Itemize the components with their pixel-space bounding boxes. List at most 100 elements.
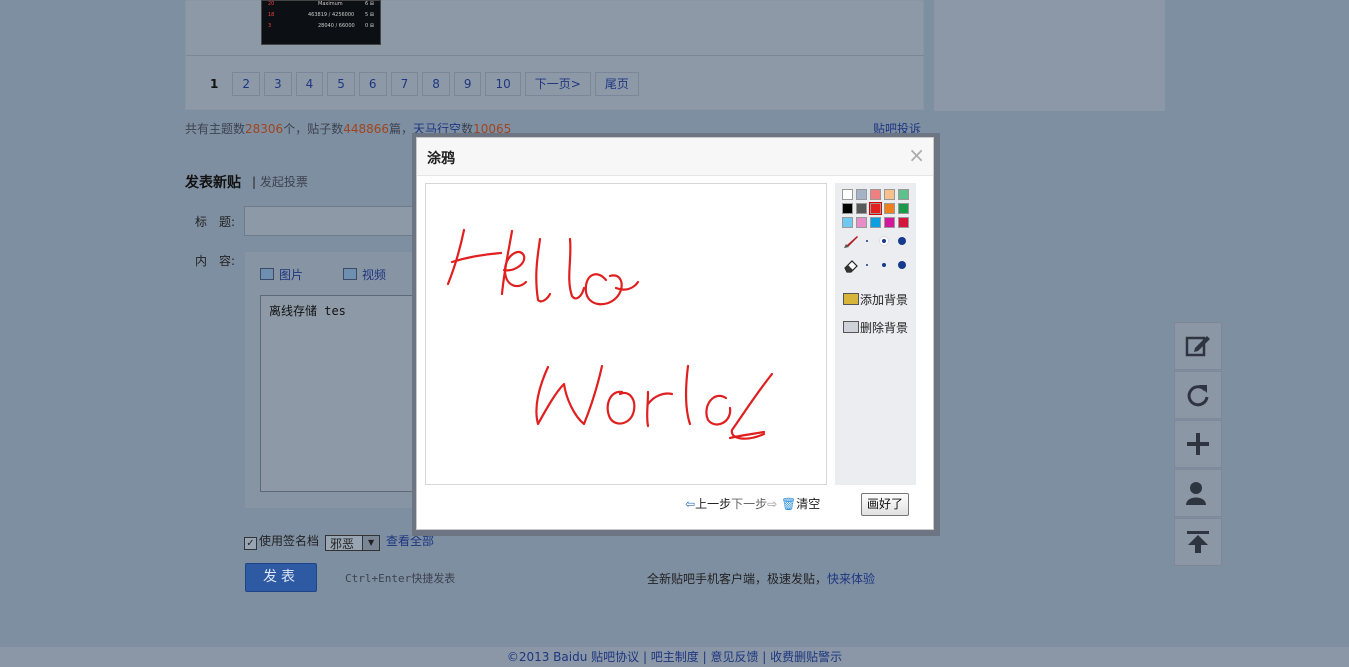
size-large-dot[interactable]: [898, 237, 906, 245]
thumbnail-rank: 20: [268, 1, 275, 7]
page-link[interactable]: 2: [232, 72, 260, 96]
edit-icon[interactable]: [1174, 322, 1222, 370]
color-swatch[interactable]: [842, 189, 853, 200]
page-link[interactable]: 10: [485, 72, 521, 96]
add-background-label: 添加背景: [860, 293, 909, 307]
color-swatch[interactable]: [884, 189, 895, 200]
dialog-header[interactable]: [417, 138, 933, 176]
redo-icon[interactable]: ⇨: [767, 497, 777, 511]
plus-icon[interactable]: [1174, 420, 1222, 468]
content-label: 内 容:: [195, 254, 236, 268]
page-link[interactable]: 7: [390, 72, 419, 96]
post-count: 448866: [343, 122, 390, 136]
size-medium-dot: [882, 239, 886, 243]
page-link[interactable]: 6: [358, 72, 387, 96]
color-swatch[interactable]: [856, 203, 867, 214]
floating-sidebar: [1174, 322, 1223, 567]
clear-button[interactable]: 清空: [796, 497, 820, 511]
insert-image-label: 图片: [279, 268, 304, 282]
stats-label: 共有主题数: [185, 122, 246, 136]
trash-icon[interactable]: 🗑: [781, 497, 796, 511]
eraser-icon[interactable]: [843, 260, 859, 276]
divider: [186, 55, 924, 56]
undo-button[interactable]: 上一步: [695, 497, 731, 511]
page-link[interactable]: 9: [453, 72, 482, 96]
close-icon[interactable]: ×: [908, 143, 925, 167]
dialog-title: 涂鸦: [427, 151, 455, 167]
signature-selected-value: 邪恶: [330, 537, 355, 551]
thumbnail-count: 5 ⊞: [365, 12, 374, 18]
redo-button[interactable]: 下一步: [731, 497, 767, 511]
pagination: 1 2 3 4 5 6 7 8 9 10 下一页> 尾页: [200, 72, 643, 96]
title-input[interactable]: [244, 206, 424, 236]
color-swatch[interactable]: [869, 202, 882, 215]
page-link[interactable]: 4: [295, 72, 324, 96]
start-vote-label: 发起投票: [259, 175, 308, 189]
brush-tool-row: [843, 235, 859, 252]
color-swatch[interactable]: [898, 203, 909, 214]
add-background-icon: [843, 293, 859, 305]
remove-background-icon: [843, 321, 859, 333]
drawing-strokes: [446, 228, 774, 440]
page-current: 1: [210, 77, 219, 91]
page-footer[interactable]: ©2013 Baidu 贴吧协议 | 吧主制度 | 意见反馈 | 收费删贴警示: [0, 647, 1349, 667]
user-icon[interactable]: [1174, 469, 1222, 517]
thumbnail-rank: 3: [268, 23, 272, 29]
image-icon: [260, 268, 274, 280]
signature-label: 使用签名档: [259, 534, 320, 548]
back-to-top-icon[interactable]: [1174, 518, 1222, 566]
last-page-link[interactable]: 尾页: [594, 72, 639, 96]
insert-image-button[interactable]: 图片: [260, 266, 303, 283]
color-swatch[interactable]: [870, 189, 881, 200]
mobile-promo-link[interactable]: 快来体验: [827, 572, 875, 586]
thumbnail-rank: 18: [268, 12, 275, 18]
eraser-size-large[interactable]: [898, 261, 906, 269]
thumbnail-text: 28040 / 66000: [318, 23, 355, 29]
thumbnail-row: 18 463819 / 4256000 5 ⊞: [268, 12, 374, 21]
signature-checkbox[interactable]: ✓: [244, 537, 257, 550]
view-all-link[interactable]: 查看全部: [386, 534, 434, 548]
color-swatch[interactable]: [870, 217, 881, 228]
mobile-promo-text: 全新贴吧手机客户端，极速发贴，: [647, 572, 828, 586]
insert-video-label: 视频: [362, 268, 387, 282]
start-vote-link[interactable]: | 发起投票: [252, 173, 308, 190]
right-side-panel: [934, 0, 1165, 111]
color-swatch[interactable]: [856, 189, 867, 200]
page-link[interactable]: 3: [264, 72, 292, 96]
eraser-size-medium[interactable]: [882, 263, 886, 267]
mobile-promo: 全新贴吧手机客户端，极速发贴，快来体验: [647, 570, 875, 587]
thumbnail-count: 6 ⊞: [365, 1, 374, 7]
brush-icon[interactable]: [843, 236, 859, 252]
insert-video-button[interactable]: 视频: [343, 266, 386, 283]
size-small-dot[interactable]: [866, 240, 868, 242]
color-swatch[interactable]: [856, 217, 867, 228]
undo-icon[interactable]: ⇦: [685, 497, 695, 511]
shortcut-hint: Ctrl+Enter快捷发表: [345, 572, 456, 585]
remove-background-button[interactable]: 删除背景: [843, 319, 908, 336]
signature-select[interactable]: 邪恶 ▼: [325, 535, 381, 551]
color-swatch[interactable]: [898, 217, 909, 228]
page-link[interactable]: 5: [327, 72, 355, 96]
color-swatch[interactable]: [842, 203, 853, 214]
color-palette-panel: 添加背景 删除背景: [835, 183, 916, 485]
separator: |: [252, 175, 260, 189]
color-swatch[interactable]: [898, 189, 909, 200]
refresh-icon[interactable]: [1174, 371, 1222, 419]
doodle-dialog: 涂鸦 × 添加背景 删除背景 ⇦上一步下一步⇨ 🗑清空 画好了: [416, 137, 934, 530]
stats-label: 篇，: [389, 122, 414, 136]
doodle-actions: ⇦上一步下一步⇨ 🗑清空: [685, 495, 820, 512]
eraser-size-small[interactable]: [866, 264, 868, 266]
color-swatch[interactable]: [842, 217, 853, 228]
submit-post-button[interactable]: 发表: [245, 563, 317, 592]
post-thumbnail[interactable]: 20 Maximum 6 ⊞ 18 463819 / 4256000 5 ⊞ 3…: [261, 0, 381, 45]
drawing-canvas[interactable]: [425, 183, 827, 485]
add-background-button[interactable]: 添加背景: [843, 291, 908, 308]
color-swatch[interactable]: [884, 217, 895, 228]
color-swatch[interactable]: [884, 203, 895, 214]
done-button[interactable]: 画好了: [861, 493, 909, 516]
page-link[interactable]: 8: [422, 72, 450, 96]
thumbnail-count: 0 ⊞: [365, 23, 374, 29]
remove-background-label: 删除背景: [860, 321, 909, 335]
next-page-link[interactable]: 下一页>: [524, 72, 591, 96]
new-post-heading: 发表新贴: [185, 175, 241, 191]
